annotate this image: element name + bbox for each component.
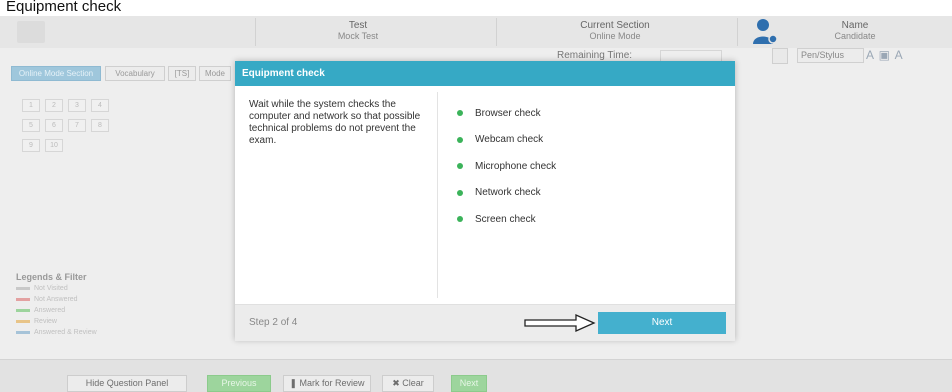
user-value: Candidate [834, 31, 876, 41]
equipment-check-dialog: Equipment check Wait while the system ch… [235, 61, 735, 341]
check-item-microphone: Microphone check [457, 153, 556, 180]
legend-item[interactable]: Review [16, 316, 216, 326]
check-item-network: Network check [457, 180, 556, 207]
question-cell[interactable]: 8 [91, 119, 109, 132]
check-label: Browser check [475, 107, 541, 119]
question-cell[interactable]: 7 [68, 119, 86, 132]
tab-ts[interactable]: [TS] [168, 66, 196, 81]
next-question-button[interactable]: Next [451, 375, 487, 392]
status-dot-icon [457, 189, 463, 196]
check-item-screen: Screen check [457, 206, 556, 233]
question-cell[interactable]: 5 [22, 119, 40, 132]
dialog-divider [437, 92, 438, 298]
section-info: Current Section Online Mode [500, 16, 730, 48]
legend-swatch [16, 297, 30, 301]
header-divider [496, 18, 497, 46]
tab-online-mode[interactable]: Online Mode Section [11, 66, 101, 81]
question-grid-row: 5678 [22, 118, 114, 132]
section-label: Current Section [580, 20, 650, 31]
dialog-footer: Step 2 of 4 Next [235, 304, 735, 341]
legend-filter: Legends & Filter Not Visited Not Answered… [16, 272, 216, 337]
image-caption: Equipment check [6, 0, 122, 15]
step-indicator: Step 2 of 4 [249, 317, 298, 328]
header-divider [737, 18, 738, 46]
legend-label: Answered & Review [34, 328, 97, 336]
legend-label: Answered [34, 306, 66, 314]
legend-swatch [16, 286, 30, 290]
test-label: Test [348, 20, 368, 31]
header-divider [255, 18, 256, 46]
status-dot-icon [457, 136, 463, 143]
dialog-title: Equipment check [235, 61, 735, 86]
caption-strip: Equipment check [0, 0, 952, 16]
hide-question-panel-button[interactable]: Hide Question Panel [67, 375, 187, 392]
user-avatar-icon [753, 19, 778, 44]
legend-label: Not Visited [34, 284, 68, 292]
next-button[interactable]: Next [598, 312, 726, 334]
question-grid-row: 9 10 [22, 138, 68, 152]
remaining-time-label: Remaining Time: [557, 50, 633, 61]
check-label: Screen check [475, 213, 536, 225]
app-header: Test Mock Test Current Section Online Mo… [0, 16, 952, 48]
pen-select[interactable]: Pen/Stylus [797, 48, 864, 63]
question-cell[interactable]: 2 [45, 99, 63, 112]
legend-item[interactable]: Answered & Review [16, 327, 216, 337]
question-cell[interactable]: 4 [91, 99, 109, 112]
check-label: Microphone check [475, 160, 557, 172]
question-cell[interactable]: 1 [22, 99, 40, 112]
legend-label: Review [34, 317, 57, 325]
tab-vocabulary[interactable]: Vocabulary [105, 66, 165, 81]
check-item-browser: Browser check [457, 100, 556, 127]
question-cell[interactable]: 10 [45, 139, 63, 152]
user-info: Name Candidate [790, 16, 920, 48]
legend-swatch [16, 308, 30, 312]
question-cell[interactable]: 9 [22, 139, 40, 152]
status-dot-icon [457, 163, 463, 170]
mark-for-review-button[interactable]: ❚ Mark for Review [283, 375, 371, 392]
calculator-button[interactable] [772, 48, 788, 64]
legend-item[interactable]: Not Visited [16, 283, 216, 293]
tab-mode[interactable]: Mode [199, 66, 231, 81]
legend-item[interactable]: Answered [16, 305, 216, 315]
test-info: Test Mock Test [258, 16, 458, 48]
font-size-tools[interactable]: A ▣ A [866, 48, 904, 62]
status-dot-icon [457, 216, 463, 223]
legend-title: Legends & Filter [16, 272, 87, 282]
arrow-right-icon [524, 314, 596, 332]
legend-swatch [16, 319, 30, 323]
legend-item[interactable]: Not Answered [16, 294, 216, 304]
clear-button[interactable]: ✖ Clear [382, 375, 434, 392]
check-label: Network check [475, 187, 541, 199]
section-value: Online Mode [589, 31, 641, 41]
check-label: Webcam check [475, 134, 544, 146]
legend-swatch [16, 330, 30, 334]
dialog-description: Wait while the system checks the compute… [249, 99, 421, 146]
check-item-webcam: Webcam check [457, 127, 556, 154]
legend-label: Not Answered [34, 295, 78, 303]
logo [17, 21, 45, 43]
test-value: Mock Test [337, 31, 379, 41]
user-label: Name [841, 20, 869, 31]
question-cell[interactable]: 6 [45, 119, 63, 132]
status-dot-icon [457, 110, 463, 117]
previous-button[interactable]: Previous [207, 375, 271, 392]
question-grid-row: 1234 [22, 98, 114, 112]
check-list: Browser check Webcam check Microphone ch… [457, 100, 556, 233]
question-cell[interactable]: 3 [68, 99, 86, 112]
bottom-action-bar: Hide Question Panel Previous ❚ Mark for … [0, 359, 952, 392]
dialog-body: Wait while the system checks the compute… [235, 86, 735, 304]
